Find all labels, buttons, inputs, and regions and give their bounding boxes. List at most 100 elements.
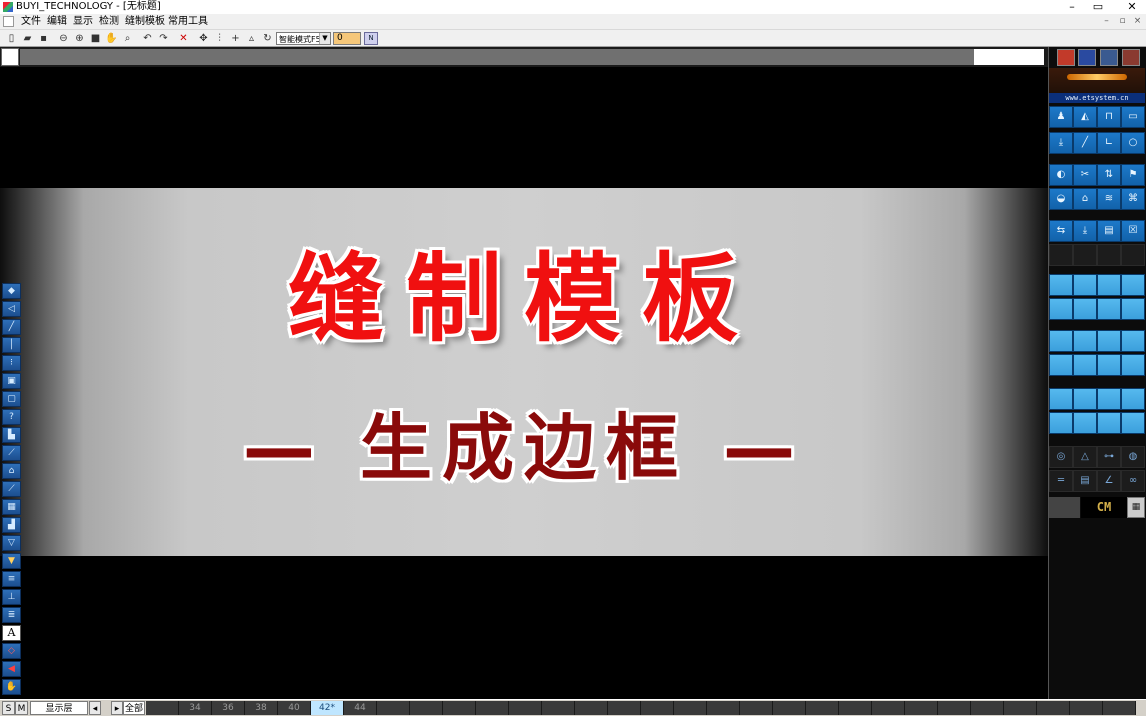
stripes-tool-icon[interactable]: ≣ (2, 607, 21, 623)
point-tool-icon[interactable]: ◆ (2, 283, 21, 299)
bag-tool-icon[interactable]: ◒ (1049, 188, 1073, 210)
panel-tool-flag-icon[interactable] (1078, 49, 1096, 66)
circle-tool-icon[interactable]: ○ (1121, 132, 1145, 154)
new-file-icon[interactable]: ▯ (4, 31, 19, 46)
shirt-tool-icon[interactable]: ♟ (1049, 106, 1073, 128)
tape-tool-icon[interactable]: ═ (1049, 470, 1073, 492)
notch-tool-icon[interactable]: ◇ (2, 643, 21, 659)
seam-tool-icon[interactable]: ⊥ (2, 589, 21, 605)
hand-tool-icon[interactable]: ✋ (2, 679, 21, 695)
align-icon[interactable]: ⫶ (212, 31, 227, 46)
calculator-icon[interactable]: ▦ (1127, 497, 1145, 518)
restore-button[interactable]: ▭ (1084, 0, 1112, 14)
edit-curve-tool-icon[interactable]: ⟋ (2, 481, 21, 497)
unit-cm-button[interactable]: CM (1081, 497, 1127, 518)
save-icon[interactable]: ▪ (36, 31, 51, 46)
corner-tool-icon[interactable]: ▟ (2, 517, 21, 533)
text-tool-icon[interactable]: A (2, 625, 21, 641)
all-sizes-button[interactable]: 全部 (123, 701, 145, 715)
number-input[interactable]: 0 (333, 32, 361, 45)
step-tool-icon[interactable]: ▙ (2, 427, 21, 443)
download-tool-icon[interactable]: ⤓ (1049, 132, 1073, 154)
panel-tool-doc-icon[interactable] (1122, 49, 1140, 66)
vertical-line-tool-icon[interactable]: │ (2, 337, 21, 353)
layer-tool-icon[interactable]: ▤ (1097, 220, 1121, 242)
box-tool-icon[interactable]: ▤ (1073, 470, 1097, 492)
label-tool-icon[interactable]: ⌘ (1121, 188, 1145, 210)
size-cell-2[interactable]: 38 (245, 701, 278, 715)
menu-edit[interactable]: 编辑 (47, 14, 67, 29)
mode-select[interactable]: 智能模式F5 ▼ (276, 32, 331, 45)
export-tool-icon[interactable]: ⤓ (1073, 220, 1097, 242)
import-tool-icon[interactable]: ⇆ (1049, 220, 1073, 242)
move-icon[interactable]: ✥ (196, 31, 211, 46)
drop-tool-icon[interactable]: ◐ (1049, 164, 1073, 186)
zoom-in-icon[interactable]: ⊕ (72, 31, 87, 46)
redo-icon[interactable]: ↷ (156, 31, 171, 46)
m-button[interactable]: M (15, 701, 28, 715)
cut-tool-icon[interactable]: ✂ (1073, 164, 1097, 186)
measure-icon[interactable]: ▵ (244, 31, 259, 46)
pocket-tool-icon[interactable]: ▭ (1121, 106, 1145, 128)
menu-check[interactable]: 检测 (99, 14, 119, 29)
slash-tool-icon[interactable]: ╱ (1073, 132, 1097, 154)
pan-hand-icon[interactable]: ✋ (104, 31, 119, 46)
cone-tool-icon[interactable]: ▼ (2, 553, 21, 569)
size-cell-0[interactable]: 34 (179, 701, 212, 715)
triangle-tool-icon[interactable]: △ (1073, 446, 1097, 468)
dimension-tool-icon[interactable]: ⁝ (2, 355, 21, 371)
size-cell-3[interactable]: 40 (278, 701, 311, 715)
swap-tool-icon[interactable]: ⇅ (1097, 164, 1121, 186)
open-folder-icon[interactable]: ▰ (20, 31, 35, 46)
prev-layer-button[interactable]: ◂ (89, 701, 101, 715)
menu-view[interactable]: 显示 (73, 14, 93, 29)
lamp-tool-icon[interactable]: ⌂ (1073, 188, 1097, 210)
marker-tool-icon[interactable]: ◀ (2, 661, 21, 677)
angle-tool-icon[interactable]: ∠ (1097, 470, 1121, 492)
mdi-close-button[interactable]: × (1131, 15, 1144, 28)
frame-tool-icon[interactable]: ▢ (2, 391, 21, 407)
size-cell-4[interactable]: 42* (311, 701, 344, 715)
next-layer-button[interactable]: ▸ (111, 701, 123, 715)
crosshair-icon[interactable]: + (228, 31, 243, 46)
flag-tool-icon[interactable]: ⚑ (1121, 164, 1145, 186)
size-cell-1[interactable]: 36 (212, 701, 245, 715)
s-button[interactable]: S (2, 701, 15, 715)
layer-label[interactable]: 显示层 (30, 701, 88, 715)
close-button[interactable]: ✕ (1118, 0, 1146, 14)
menu-common-tools[interactable]: 常用工具 (168, 14, 208, 29)
mdi-minimize-button[interactable]: – (1100, 15, 1113, 28)
rotate-icon[interactable]: ↻ (260, 31, 275, 46)
size-cell-5[interactable]: 44 (344, 701, 377, 715)
fit-window-icon[interactable]: ■ (88, 31, 103, 46)
panel-tool-red-icon[interactable] (1057, 49, 1075, 66)
grid-tool-icon[interactable]: ▦ (2, 499, 21, 515)
zoom-region-icon[interactable]: ⌕ (120, 31, 135, 46)
mdi-restore-button[interactable]: ▫ (1116, 15, 1129, 28)
zoom-out-icon[interactable]: ⊖ (56, 31, 71, 46)
pear-tool-icon[interactable]: ◍ (1121, 446, 1145, 468)
skirt-tool-icon[interactable]: ⊓ (1097, 106, 1121, 128)
color-button[interactable]: N (364, 32, 378, 45)
help-tool-icon[interactable]: ? (2, 409, 21, 425)
roll-tool-icon[interactable]: ◎ (1049, 446, 1073, 468)
pleat-tool-icon[interactable]: ≡ (2, 571, 21, 587)
corner-tool-icon[interactable]: ∟ (1097, 132, 1121, 154)
clear-tool-icon[interactable]: ☒ (1121, 220, 1145, 242)
curve-tool-icon[interactable]: ◁ (2, 301, 21, 317)
link-tool-icon[interactable]: ∞ (1121, 470, 1145, 492)
shape-tool-icon[interactable]: ⌂ (2, 463, 21, 479)
menu-sewing-template[interactable]: 缝制模板 (125, 14, 165, 29)
minimize-button[interactable]: – (1058, 0, 1086, 14)
rectangle-tool-icon[interactable]: ▣ (2, 373, 21, 389)
panel-tool-scissors-icon[interactable] (1100, 49, 1118, 66)
undo-icon[interactable]: ↶ (140, 31, 155, 46)
stack-tool-icon[interactable]: ≋ (1097, 188, 1121, 210)
delete-select-icon[interactable]: ✕ (176, 31, 191, 46)
ruler-tool-icon[interactable]: ⊶ (1097, 446, 1121, 468)
funnel-tool-icon[interactable]: ▽ (2, 535, 21, 551)
slope-tool-icon[interactable]: ⟋ (2, 445, 21, 461)
sleeve-tool-icon[interactable]: ◭ (1073, 106, 1097, 128)
menu-file[interactable]: 文件 (21, 14, 41, 29)
line-tool-icon[interactable]: ╱ (2, 319, 21, 335)
